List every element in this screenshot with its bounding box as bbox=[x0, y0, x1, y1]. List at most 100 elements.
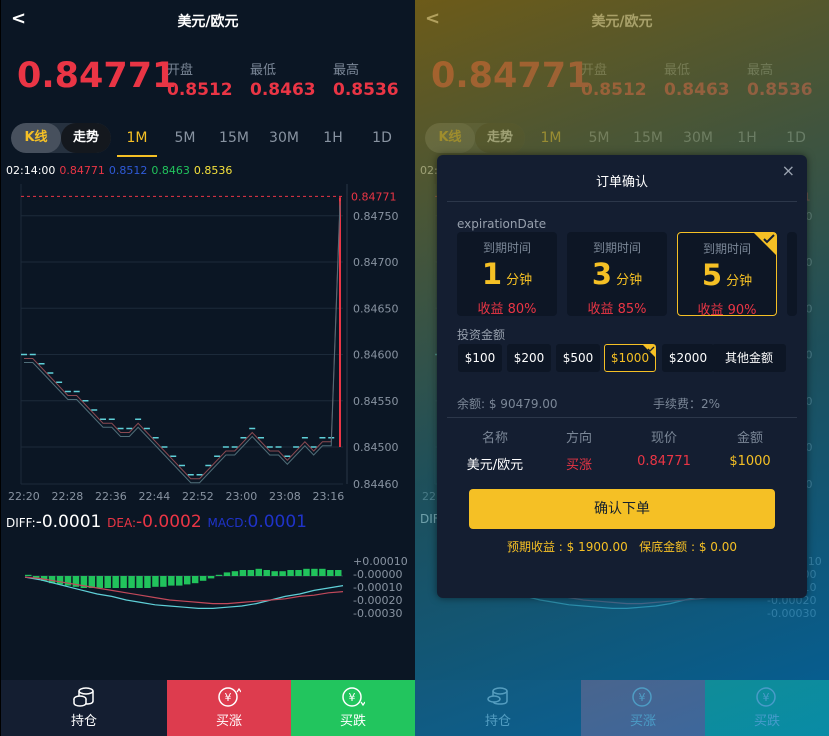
confirm-order-button[interactable]: 确认下单 bbox=[469, 489, 775, 529]
order-price: 0.84771 bbox=[637, 454, 691, 469]
order-summary: 预期收益 : $ 1900.00 保底金额 : $ 0.00 bbox=[437, 538, 807, 555]
timeframe-1m[interactable]: 1M bbox=[117, 130, 157, 146]
buy-up-button[interactable]: ¥ 买涨 bbox=[581, 680, 705, 736]
chart-tabs: K线 走势 1M 5M 15M 30M 1H 1D bbox=[1, 122, 415, 157]
order-confirm-screen: < 美元/欧元 0.84771 开盘 0.8512 最低 0.8463 最高 0… bbox=[415, 0, 829, 736]
open-label: 开盘 bbox=[581, 63, 608, 78]
buy-down-label: 买跌 bbox=[753, 714, 780, 729]
tab-trend[interactable]: 走势 bbox=[61, 123, 111, 153]
macd-bar bbox=[168, 576, 175, 586]
timeframe-5m[interactable]: 5M bbox=[579, 130, 619, 146]
macd-bar bbox=[207, 576, 215, 579]
current-price-tag: 0.84771 bbox=[351, 190, 397, 203]
macd-bar bbox=[319, 568, 326, 576]
low-label: 最低 bbox=[250, 63, 277, 78]
ma-line bbox=[24, 205, 341, 484]
other-amount-button[interactable]: 其他金额 bbox=[712, 344, 786, 372]
timeframe-15m[interactable]: 15M bbox=[628, 130, 668, 146]
timeframe-15m[interactable]: 15M bbox=[214, 130, 254, 146]
guarantee-amount: 保底金额 : $ 0.00 bbox=[639, 540, 738, 554]
macd-chart: +0.00010-0.00000-0.00010-0.00020-0.00030 bbox=[24, 555, 408, 620]
price-tick-label: 0.84600 bbox=[353, 349, 399, 362]
svg-text:¥: ¥ bbox=[763, 691, 770, 704]
duration-card-1[interactable]: 到期时间 1 分钟 收益 80% bbox=[457, 232, 557, 317]
buy-up-label: 买涨 bbox=[629, 714, 656, 729]
duration-number: 3 bbox=[591, 257, 613, 291]
macd-bar bbox=[64, 576, 72, 586]
buy-up-button[interactable]: ¥ 买涨 bbox=[167, 680, 291, 736]
timeframe-1d[interactable]: 1D bbox=[362, 130, 402, 146]
duration-card-more[interactable] bbox=[787, 232, 797, 316]
macd-bar bbox=[311, 568, 318, 576]
duration-label: 到期时间 bbox=[482, 241, 531, 255]
dea-label: DEA: bbox=[107, 516, 137, 530]
macd-bar bbox=[160, 576, 167, 587]
open-label: 开盘 bbox=[167, 63, 194, 78]
macd-label: MACD: bbox=[207, 516, 248, 530]
macd-bar bbox=[184, 576, 191, 585]
amount-100-button[interactable]: $100 bbox=[458, 344, 502, 372]
timeframe-5m[interactable]: 5M bbox=[165, 130, 205, 146]
price-chart[interactable]: 0.84750 0.84700 0.84650 0.84600 0.84550 0.845… bbox=[1, 176, 415, 506]
amount-200-button[interactable]: $200 bbox=[507, 344, 551, 372]
macd-bar bbox=[144, 576, 151, 588]
macd-bar bbox=[215, 574, 223, 576]
duration-profit: 收益 80% bbox=[477, 302, 537, 317]
buy-down-button[interactable]: ¥ 买跌 bbox=[705, 680, 829, 736]
timeframe-1m[interactable]: 1M bbox=[531, 130, 571, 146]
macd-bar bbox=[128, 576, 135, 588]
modal-title: 订单确认 bbox=[595, 175, 648, 190]
tab-kline[interactable]: K线 bbox=[425, 123, 475, 153]
macd-bar bbox=[25, 574, 32, 576]
timeframe-30m[interactable]: 30M bbox=[264, 130, 304, 146]
order-confirm-modal: 订单确认 × expirationDate 到期时间 1 分钟 收益 80% 到期… bbox=[437, 155, 807, 598]
amount-1000-button[interactable]: $1000 bbox=[604, 344, 656, 372]
macd-bar bbox=[104, 576, 111, 588]
buy-down-label: 买跌 bbox=[339, 714, 366, 729]
macd-bar bbox=[112, 576, 119, 588]
positions-label: 持仓 bbox=[484, 714, 511, 729]
macd-legend: DIFF:-0.0001 DEA:-0.0002 MACD:0.0001 bbox=[6, 512, 307, 532]
open-stat: 开盘 0.8512 bbox=[167, 59, 233, 100]
time-tick-label: 23:16 bbox=[313, 490, 345, 503]
buy-down-button[interactable]: ¥ 买跌 bbox=[291, 680, 415, 736]
amount-500-button[interactable]: $500 bbox=[556, 344, 600, 372]
macd-bar bbox=[152, 576, 159, 587]
price-tick-label: 0.84750 bbox=[353, 210, 399, 223]
current-price: 0.84771 bbox=[431, 56, 591, 96]
duration-profit: 收益 90% bbox=[697, 303, 757, 318]
check-icon bbox=[763, 234, 775, 244]
time-tick-label: 22:28 bbox=[52, 490, 84, 503]
positions-button[interactable]: 持仓 bbox=[415, 680, 581, 736]
timeframe-1d[interactable]: 1D bbox=[776, 130, 816, 146]
time-tick-label: 23:08 bbox=[269, 490, 301, 503]
price-tick-label: 0.84500 bbox=[353, 441, 399, 454]
high-stat: 最高 0.8536 bbox=[747, 59, 813, 100]
yen-up-icon: ¥ bbox=[218, 687, 241, 707]
current-price: 0.84771 bbox=[17, 56, 177, 96]
macd-bar bbox=[223, 572, 231, 576]
positions-button[interactable]: 持仓 bbox=[1, 680, 167, 736]
chart-tabs: K线 走势 1M 5M 15M 30M 1H 1D bbox=[415, 122, 829, 154]
duration-card-3[interactable]: 到期时间 3 分钟 收益 85% bbox=[567, 232, 667, 317]
high-value: 0.8536 bbox=[747, 80, 813, 100]
macd-value: 0.0001 bbox=[247, 512, 307, 532]
ma-line bbox=[24, 201, 341, 480]
open-value: 0.8512 bbox=[581, 80, 647, 100]
timeframe-1h[interactable]: 1H bbox=[727, 130, 767, 146]
low-value: 0.8463 bbox=[250, 80, 316, 100]
timeframe-1h[interactable]: 1H bbox=[313, 130, 353, 146]
close-icon[interactable]: × bbox=[782, 161, 795, 180]
macd-tick-label: -0.00030 bbox=[353, 607, 402, 620]
time-tick-label: 22:20 bbox=[8, 490, 40, 503]
duration-card-5[interactable]: 到期时间 5 分钟 收益 90% bbox=[677, 232, 777, 318]
macd-bar bbox=[239, 570, 247, 576]
timeframe-30m[interactable]: 30M bbox=[678, 130, 718, 146]
positions-label: 持仓 bbox=[70, 714, 97, 729]
tab-trend[interactable]: 走势 bbox=[475, 123, 525, 153]
amount-2000-button[interactable]: $2000 bbox=[662, 344, 714, 372]
tab-kline[interactable]: K线 bbox=[11, 123, 61, 153]
duration-unit: 分钟 bbox=[616, 273, 643, 288]
chart-mode-toggle: K线 走势 bbox=[425, 123, 525, 153]
yen-down-icon: ¥ bbox=[756, 687, 776, 707]
